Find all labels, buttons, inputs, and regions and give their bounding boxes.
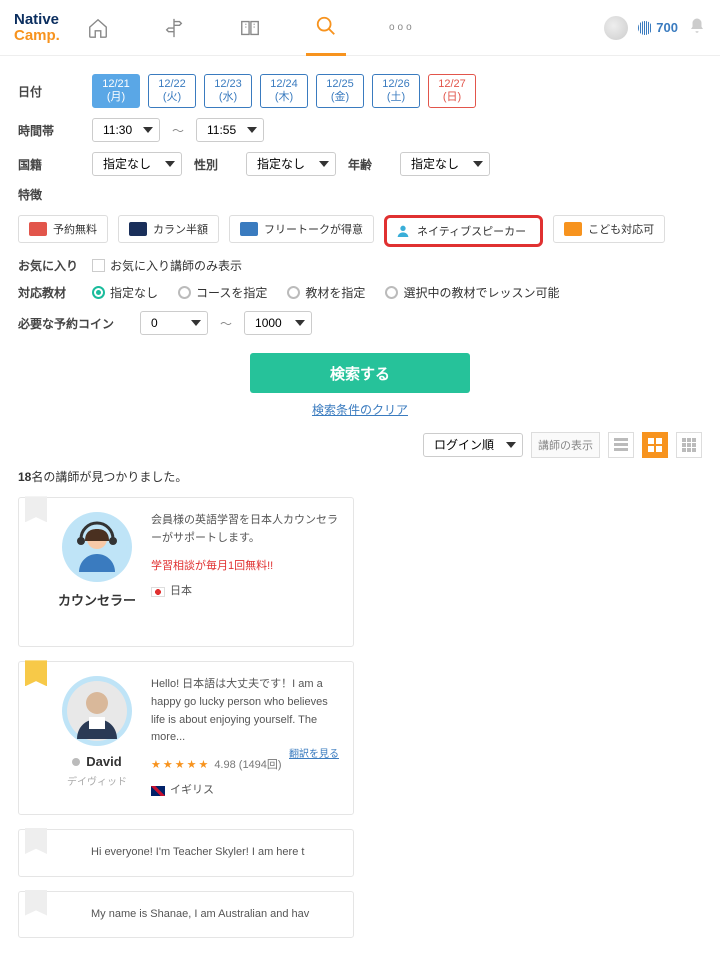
material-label: 対応教材: [18, 284, 80, 301]
date-12-26[interactable]: 12/26(土): [372, 74, 420, 108]
material-radio[interactable]: 選択中の教材でレッスン可能: [385, 284, 559, 301]
feature-label: 特徴: [18, 186, 80, 203]
bell-icon[interactable]: [688, 17, 706, 38]
teacher-avatar: [62, 676, 132, 746]
date-12-23[interactable]: 12/23(水): [204, 74, 252, 108]
results-count: 18名の講師が見つかりました。: [18, 468, 702, 485]
display-label: 講師の表示: [531, 432, 600, 458]
tilde: 〜: [220, 315, 232, 332]
feature-tag[interactable]: フリートークが得意: [229, 215, 374, 243]
favorite-checkbox[interactable]: お気に入り講師のみ表示: [92, 257, 242, 274]
date-12-22[interactable]: 12/22(火): [148, 74, 196, 108]
favorite-label: お気に入り: [18, 257, 80, 274]
search-icon[interactable]: [306, 0, 346, 56]
teacher-cards: カウンセラー 会員様の英語学習を日本人カウンセラーがサポートします。学習相談が毎月…: [18, 497, 702, 938]
coin-icon: [638, 21, 652, 35]
feature-tag[interactable]: カラン半額: [118, 215, 219, 243]
country: イギリス: [151, 782, 339, 800]
teacher-card[interactable]: David デイヴィッド Hello! 日本語は大丈夫です！I am a happy…: [18, 661, 354, 815]
date-picker: 12/21(月)12/22(火)12/23(水)12/24(木)12/25(金)…: [92, 74, 476, 108]
gender-select[interactable]: 指定なし: [246, 152, 336, 176]
home-icon[interactable]: [78, 8, 118, 48]
view-list-button[interactable]: [608, 432, 634, 458]
material-radio[interactable]: 指定なし: [92, 284, 158, 301]
coin-to-select[interactable]: 1000: [244, 311, 312, 335]
ribbon-icon: [25, 890, 47, 916]
date-label: 日付: [18, 83, 80, 100]
signpost-icon[interactable]: [154, 8, 194, 48]
coin-balance[interactable]: 700: [638, 20, 678, 35]
feature-tag[interactable]: ネイティブスピーカー: [384, 215, 543, 247]
teacher-name-sub: デイヴィッド: [67, 773, 127, 788]
nation-label: 国籍: [18, 156, 80, 173]
time-to-select[interactable]: 11:55: [196, 118, 264, 142]
material-radio[interactable]: コースを指定: [178, 284, 267, 301]
ribbon-icon: [25, 828, 47, 854]
date-12-21[interactable]: 12/21(月): [92, 74, 140, 108]
material-radios: 指定なし コースを指定 教材を指定 選択中の教材でレッスン可能: [92, 284, 559, 301]
view-grid-small-button[interactable]: [676, 432, 702, 458]
search-button[interactable]: 検索する: [250, 353, 470, 393]
material-radio[interactable]: 教材を指定: [287, 284, 365, 301]
age-select[interactable]: 指定なし: [400, 152, 490, 176]
teacher-card[interactable]: カウンセラー 会員様の英語学習を日本人カウンセラーがサポートします。学習相談が毎月…: [18, 497, 354, 647]
ribbon-icon: [25, 496, 47, 522]
book-icon[interactable]: [230, 8, 270, 48]
nation-select[interactable]: 指定なし: [92, 152, 182, 176]
country: 日本: [151, 583, 339, 601]
coin-from-select[interactable]: 0: [140, 311, 208, 335]
teacher-avatar: [62, 512, 132, 582]
search-form: 日付 12/21(月)12/22(火)12/23(水)12/24(木)12/25…: [0, 56, 720, 958]
teacher-card[interactable]: My name is Shanae, I am Australian and h…: [18, 891, 354, 939]
teacher-intro: 会員様の英語学習を日本人カウンセラーがサポートします。: [151, 512, 339, 547]
sort-select[interactable]: ログイン順: [423, 433, 523, 457]
feature-tags: 予約無料カラン半額フリートークが得意ネイティブスピーカーこども対応可: [18, 215, 665, 247]
feature-tag[interactable]: こども対応可: [553, 215, 665, 243]
more-icon[interactable]: ooo: [382, 8, 422, 48]
teacher-name: David: [72, 754, 121, 769]
ribbon-icon: [25, 660, 47, 686]
teacher-intro: Hi everyone! I'm Teacher Skyler! I am he…: [91, 844, 339, 862]
tilde: 〜: [172, 122, 184, 139]
view-grid-large-button[interactable]: [642, 432, 668, 458]
date-12-27[interactable]: 12/27(日): [428, 74, 476, 108]
age-label: 年齢: [348, 156, 388, 173]
teacher-card[interactable]: Hi everyone! I'm Teacher Skyler! I am he…: [18, 829, 354, 877]
header-right: 700: [604, 16, 706, 40]
app-header: Native Camp. ooo 700: [0, 0, 720, 56]
coin-label: 必要な予約コイン: [18, 315, 128, 332]
date-12-24[interactable]: 12/24(木): [260, 74, 308, 108]
time-from-select[interactable]: 11:30: [92, 118, 160, 142]
gender-label: 性別: [194, 156, 234, 173]
date-12-25[interactable]: 12/25(金): [316, 74, 364, 108]
feature-tag[interactable]: 予約無料: [18, 215, 108, 243]
user-avatar[interactable]: [604, 16, 628, 40]
time-label: 時間帯: [18, 122, 80, 139]
teacher-intro: Hello! 日本語は大丈夫です！I am a happy go lucky p…: [151, 676, 339, 746]
teacher-intro: My name is Shanae, I am Australian and h…: [91, 906, 339, 924]
translate-link[interactable]: 翻訳を見る: [289, 747, 339, 763]
logo[interactable]: Native Camp.: [14, 12, 60, 44]
nav-icons: ooo: [78, 0, 604, 56]
clear-filters-link[interactable]: 検索条件のクリア: [18, 401, 702, 418]
teacher-name: カウンセラー: [58, 590, 136, 609]
promo-text: 学習相談が毎月1回無料!!: [151, 558, 339, 576]
